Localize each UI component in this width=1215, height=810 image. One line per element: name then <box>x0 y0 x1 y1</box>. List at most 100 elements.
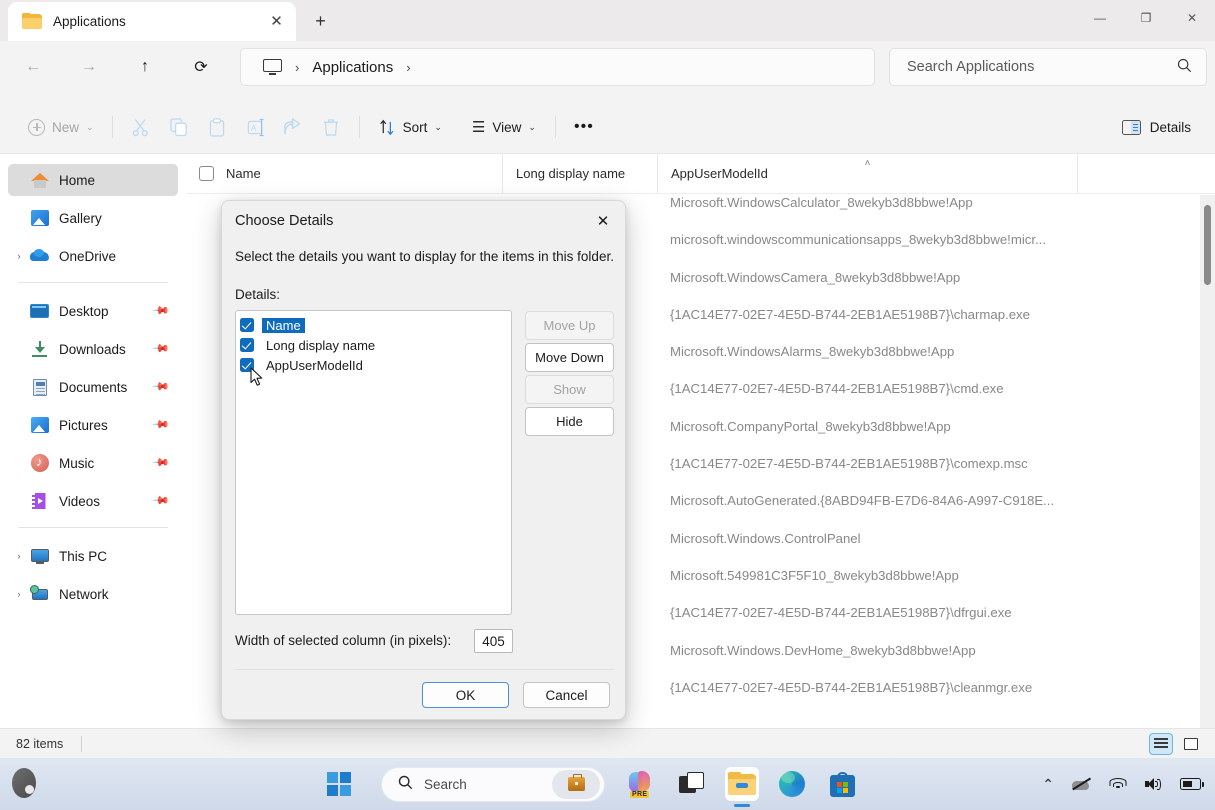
details-pane-button[interactable]: Details <box>1112 114 1201 141</box>
close-button[interactable]: ✕ <box>1169 0 1215 36</box>
task-view-icon <box>679 772 705 796</box>
sidebar-item-videos[interactable]: › Videos 📌 <box>8 485 178 517</box>
cancel-button[interactable]: Cancel <box>523 682 610 708</box>
cell-appusermodelid: Microsoft.Windows.DevHome_8wekyb3d8bbwe!… <box>670 643 976 658</box>
battery-icon[interactable] <box>1180 778 1201 790</box>
cell-appusermodelid: Microsoft.WindowsCamera_8wekyb3d8bbwe!Ap… <box>670 270 960 285</box>
new-button[interactable]: New ⌄ <box>19 113 103 142</box>
checkbox-checked-icon[interactable] <box>240 318 254 332</box>
column-width-input[interactable]: 405 <box>474 629 513 653</box>
wifi-icon[interactable] <box>1109 777 1127 791</box>
list-item[interactable]: Long display name <box>240 335 511 355</box>
divider <box>555 116 556 138</box>
videos-icon <box>30 491 50 511</box>
taskbar-apps: PRE <box>625 767 859 801</box>
chevron-down-icon: ⌄ <box>528 122 536 133</box>
move-down-button[interactable]: Move Down <box>525 343 614 372</box>
details-listbox[interactable]: Name Long display name AppUserModelId <box>235 310 512 615</box>
folder-icon <box>22 13 42 30</box>
move-up-button[interactable]: Move Up <box>525 311 614 340</box>
cell-appusermodelid: Microsoft.CompanyPortal_8wekyb3d8bbwe!Ap… <box>670 419 951 434</box>
tab-applications[interactable]: Applications ✕ <box>8 2 296 41</box>
tab-close-icon[interactable]: ✕ <box>263 8 290 35</box>
details-list-label: Details: <box>235 287 280 302</box>
tiles-view-button[interactable] <box>1179 733 1203 755</box>
copy-button[interactable] <box>160 110 198 144</box>
sidebar-label: OneDrive <box>59 249 178 264</box>
scrollbar-thumb[interactable] <box>1204 205 1211 285</box>
sidebar-item-this-pc[interactable]: › This PC <box>8 540 178 572</box>
sidebar-item-home[interactable]: › Home <box>8 164 178 196</box>
sidebar-item-network[interactable]: › Network <box>8 578 178 610</box>
refresh-icon[interactable]: ⟳ <box>184 50 218 84</box>
expand-spacer: › <box>8 458 30 468</box>
sidebar-item-desktop[interactable]: › Desktop 📌 <box>8 295 178 327</box>
select-all-checkbox[interactable] <box>199 166 214 181</box>
forward-icon[interactable]: → <box>72 50 106 84</box>
up-icon[interactable]: ↑ <box>128 50 162 84</box>
list-item[interactable]: AppUserModelId <box>240 355 511 375</box>
minimize-button[interactable]: — <box>1077 0 1123 36</box>
taskbar-copilot-button[interactable]: PRE <box>625 767 659 801</box>
search-box[interactable]: Search Applications <box>889 48 1207 86</box>
column-header-name[interactable]: Name <box>186 154 503 194</box>
music-icon <box>30 453 50 473</box>
title-bar: Applications ✕ + — ❐ ✕ <box>0 0 1215 41</box>
taskbar-store-button[interactable] <box>825 767 859 801</box>
sidebar-item-documents[interactable]: › Documents 📌 <box>8 371 178 403</box>
chevron-right-icon[interactable]: › <box>8 251 30 261</box>
new-tab-button[interactable]: + <box>306 8 335 35</box>
maximize-button[interactable]: ❐ <box>1123 0 1169 36</box>
sort-ascending-icon: ˄ <box>865 158 871 169</box>
cell-appusermodelid: {1AC14E77-02E7-4E5D-B744-2EB1AE5198B7}\d… <box>670 605 1012 620</box>
divider <box>112 116 113 138</box>
sidebar-item-onedrive[interactable]: › OneDrive <box>8 240 178 272</box>
sidebar-item-downloads[interactable]: › Downloads 📌 <box>8 333 178 365</box>
column-header-appusermodelid[interactable]: ˄ AppUserModelId <box>658 154 1078 194</box>
dialog-close-icon[interactable]: ✕ <box>581 201 625 241</box>
ok-button[interactable]: OK <box>422 682 509 708</box>
this-pc-icon <box>30 546 50 566</box>
taskbar-search[interactable]: Search <box>381 767 605 802</box>
address-bar[interactable]: › Applications › <box>240 48 875 86</box>
chevron-right-icon[interactable]: › <box>8 589 30 599</box>
rename-button[interactable]: A <box>236 110 274 144</box>
share-button[interactable] <box>274 110 312 144</box>
network-muted-icon[interactable] <box>1072 777 1091 791</box>
show-button[interactable]: Show <box>525 375 614 404</box>
tray-expand-chevron-icon[interactable]: ⌃ <box>1042 776 1054 793</box>
chevron-right-icon[interactable]: › <box>8 551 30 561</box>
paste-button[interactable] <box>198 110 236 144</box>
column-header-long-display-name[interactable]: Long display name <box>503 154 658 194</box>
briefcase-button[interactable] <box>552 770 600 799</box>
details-pane-icon <box>1122 120 1141 135</box>
more-options-button[interactable]: ••• <box>565 110 603 144</box>
volume-icon[interactable] <box>1145 777 1162 791</box>
delete-button[interactable] <box>312 110 350 144</box>
sidebar-item-music[interactable]: › Music 📌 <box>8 447 178 479</box>
breadcrumb-applications[interactable]: Applications <box>312 59 393 76</box>
new-label: New <box>52 120 79 135</box>
checkbox-checked-icon[interactable] <box>240 338 254 352</box>
details-label: Details <box>1150 120 1191 135</box>
sidebar-item-pictures[interactable]: › Pictures 📌 <box>8 409 178 441</box>
cut-button[interactable] <box>122 110 160 144</box>
sort-button[interactable]: Sort ⌄ <box>369 113 452 142</box>
breadcrumb-separator-2[interactable]: › <box>406 60 410 75</box>
sidebar-item-gallery[interactable]: › Gallery <box>8 202 178 234</box>
cell-appusermodelid: Microsoft.549981C3F5F10_8wekyb3d8bbwe!Ap… <box>670 568 959 583</box>
sidebar-label: This PC <box>59 549 178 564</box>
view-button[interactable]: ☰ View ⌄ <box>462 114 546 141</box>
taskbar-task-view-button[interactable] <box>675 767 709 801</box>
hide-button[interactable]: Hide <box>525 407 614 436</box>
back-icon[interactable]: ← <box>16 50 50 84</box>
vertical-scrollbar[interactable] <box>1200 195 1215 728</box>
start-button[interactable] <box>327 772 351 796</box>
details-view-button[interactable] <box>1149 733 1173 755</box>
pin-icon: 📌 <box>152 339 173 360</box>
briefcase-icon <box>568 777 585 791</box>
list-item[interactable]: Name <box>240 315 511 335</box>
checkbox-checked-icon[interactable] <box>240 358 254 372</box>
taskbar-file-explorer-button[interactable] <box>725 767 759 801</box>
taskbar-edge-button[interactable] <box>775 767 809 801</box>
